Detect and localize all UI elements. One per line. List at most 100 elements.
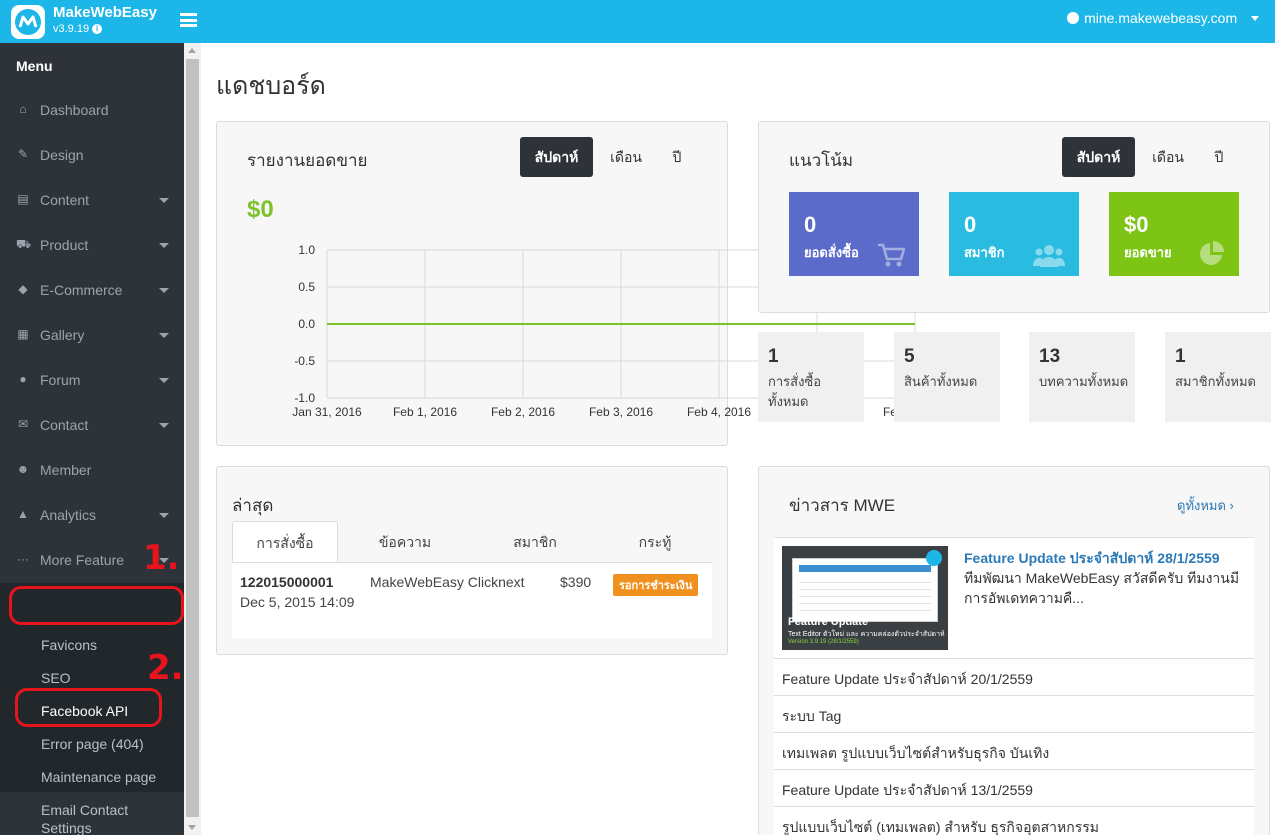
chevron-down-icon [159, 423, 169, 428]
sidebar-item-analytics[interactable]: ▲ Analytics [0, 493, 184, 538]
news-item[interactable]: รูปแบบเว็บไซต์ (เทมเพลต) สำหรับ ธุรกิจอุ… [774, 806, 1254, 835]
trend-period-year[interactable]: ปี [1204, 137, 1234, 177]
stat-card-orders[interactable]: 0 ยอดสั่งซื้อ [789, 192, 919, 276]
tab-members[interactable]: สมาชิก [480, 521, 590, 563]
sidebar-item-label: E-Commerce [40, 282, 123, 298]
order-id[interactable]: 122015000001 [240, 574, 333, 590]
news-item-text: Feature Update ประจำสัปดาห์ 13/1/2559 [782, 782, 1033, 798]
thumb-version: Version 3.9.19 (28/1/2559) [788, 639, 859, 645]
count-label: การสั่งซื้อทั้งหมด [768, 374, 822, 409]
ellipsis-icon: ··· [17, 552, 29, 566]
news-see-all-link[interactable]: ดูทั้งหมด › [1177, 495, 1234, 516]
annotation-step-2: 2. [147, 648, 184, 688]
tab-orders[interactable]: การสั่งซื้อ [232, 521, 338, 563]
news-item[interactable]: ระบบ Tag [774, 695, 1254, 732]
sidebar-item-label: Dashboard [40, 102, 109, 118]
submenu-item-error-page-404[interactable]: Error page (404) [41, 736, 144, 752]
sales-period-month[interactable]: เดือน [600, 137, 652, 177]
news-item-text: Feature Update ประจำสัปดาห์ 20/1/2559 [782, 671, 1033, 687]
sidebar-item-label: Design [40, 147, 84, 163]
logo[interactable] [11, 5, 45, 39]
sidebar-item-e-commerce[interactable]: ◆ E-Commerce [0, 268, 184, 313]
submenu-item-maintenance-page[interactable]: Maintenance page [41, 769, 156, 785]
chat-icon: ● [19, 372, 27, 386]
annotation-facebook-api-highlight [15, 688, 162, 727]
scroll-up-icon[interactable] [188, 48, 196, 53]
count-value: 13 [1039, 346, 1061, 367]
scroll-down-icon[interactable] [188, 825, 196, 830]
status-badge: รอการชำระเงิน [613, 574, 699, 596]
chevron-down-icon [159, 243, 169, 248]
count-products: 5 สินค้าทั้งหมด [894, 332, 1000, 422]
submenu-item-favicons[interactable]: Favicons [41, 637, 97, 653]
sidebar-item-design[interactable]: ✎ Design [0, 133, 184, 178]
news-featured-title[interactable]: Feature Update ประจำสัปดาห์ 28/1/2559 [964, 548, 1220, 570]
sidebar-item-label: Gallery [40, 327, 85, 343]
sales-period-year[interactable]: ปี [662, 137, 692, 177]
news-item[interactable]: Feature Update ประจำสัปดาห์ 13/1/2559 [774, 769, 1254, 806]
sidebar-item-gallery[interactable]: ▦ Gallery [0, 313, 184, 358]
news-featured-thumbnail[interactable]: Feature Update Text Editor ตัวใหม่ และ ค… [782, 546, 948, 650]
site-url-link[interactable]: mine.makewebeasy.com [1067, 10, 1259, 26]
trend-period-week[interactable]: สัปดาห์ [1062, 137, 1135, 177]
scroll-thumb[interactable] [186, 59, 199, 817]
info-icon[interactable]: i [92, 24, 103, 35]
order-customer: MakeWebEasy Clicknext [370, 574, 525, 590]
stat-label: ยอดสั่งซื้อ [804, 245, 859, 260]
page-title: แดชบอร์ด [216, 72, 326, 100]
sidebar-item-forum[interactable]: ● Forum [0, 358, 184, 403]
count-articles: 13 บทความทั้งหมด [1029, 332, 1135, 422]
sidebar-scrollbar[interactable] [184, 43, 201, 835]
brush-icon: ✎ [17, 147, 29, 161]
count-value: 1 [1175, 346, 1186, 367]
globe-icon [1067, 12, 1080, 24]
sidebar-item-product[interactable]: ⛟ Product [0, 223, 184, 268]
chevron-down-icon [159, 288, 169, 293]
sidebar-item-label: Forum [40, 372, 81, 388]
sidebar-item-dashboard[interactable]: ⌂ Dashboard [0, 88, 184, 133]
cart-icon [878, 243, 905, 267]
trend-title: แนวโน้ม [789, 151, 854, 170]
count-value: 5 [904, 346, 915, 367]
site-url-text: mine.makewebeasy.com [1084, 10, 1238, 26]
news-item[interactable]: Feature Update ประจำสัปดาห์ 20/1/2559 [774, 658, 1254, 695]
tab-messages[interactable]: ข้อความ [350, 521, 460, 563]
sidebar-item-content[interactable]: ▤ Content [0, 178, 184, 223]
sidebar-item-label: Product [40, 237, 89, 253]
count-label: สมาชิกทั้งหมด [1175, 374, 1256, 389]
chevron-down-icon [159, 378, 169, 383]
app-name: MakeWebEasy [53, 4, 157, 21]
area-chart-icon: ▲ [17, 507, 29, 521]
pie-chart-icon [1200, 241, 1224, 265]
count-value: 1 [768, 346, 779, 367]
chevron-down-icon [159, 333, 169, 338]
count-label: สินค้าทั้งหมด [904, 374, 978, 389]
hamburger-menu-icon[interactable] [180, 13, 197, 27]
stat-card-members[interactable]: 0 สมาชิก [949, 192, 1079, 276]
file-icon: ▤ [17, 192, 29, 206]
sidebar-item-contact[interactable]: ✉ Contact [0, 403, 184, 448]
cart-icon: ⛟ [16, 237, 32, 251]
news-item[interactable]: เทมเพลต รูปแบบเว็บไซต์สำหรับธุรกิจ บันเท… [774, 732, 1254, 769]
sales-report-title: รายงานยอดขาย [247, 151, 368, 170]
chevron-down-icon [159, 513, 169, 518]
news-title: ข่าวสาร MWE [789, 496, 896, 515]
sidebar-item-label: More Feature [40, 552, 125, 568]
tab-forum[interactable]: กระทู้ [600, 521, 710, 563]
thumb-screen [792, 558, 938, 622]
thumb-lines [799, 576, 931, 616]
submenu-item-seo[interactable]: SEO [41, 670, 71, 686]
image-icon: ▦ [17, 327, 29, 341]
envelope-icon: ✉ [17, 417, 29, 431]
count-orders: 1 การสั่งซื้อทั้งหมด [758, 332, 864, 422]
submenu-item-email-contact-settings[interactable]: Email Contact Settings [41, 801, 161, 835]
trend-period-month[interactable]: เดือน [1142, 137, 1194, 177]
sales-period-week[interactable]: สัปดาห์ [520, 137, 593, 177]
news-item-text: ระบบ Tag [782, 708, 842, 724]
news-item-text: รูปแบบเว็บไซต์ (เทมเพลต) สำหรับ ธุรกิจอุ… [782, 819, 1099, 835]
stat-card-sales[interactable]: $0 ยอดขาย [1109, 192, 1239, 276]
news-featured-excerpt: ทีมพัฒนา MakeWebEasy สวัสดีครับ ทีมงานมี… [964, 570, 1240, 606]
news-item-text: เทมเพลต รูปแบบเว็บไซต์สำหรับธุรกิจ บันเท… [782, 745, 1050, 761]
app-version: v3.9.19 i [53, 23, 103, 35]
sidebar-item-member[interactable]: ☻ Member [0, 448, 184, 493]
